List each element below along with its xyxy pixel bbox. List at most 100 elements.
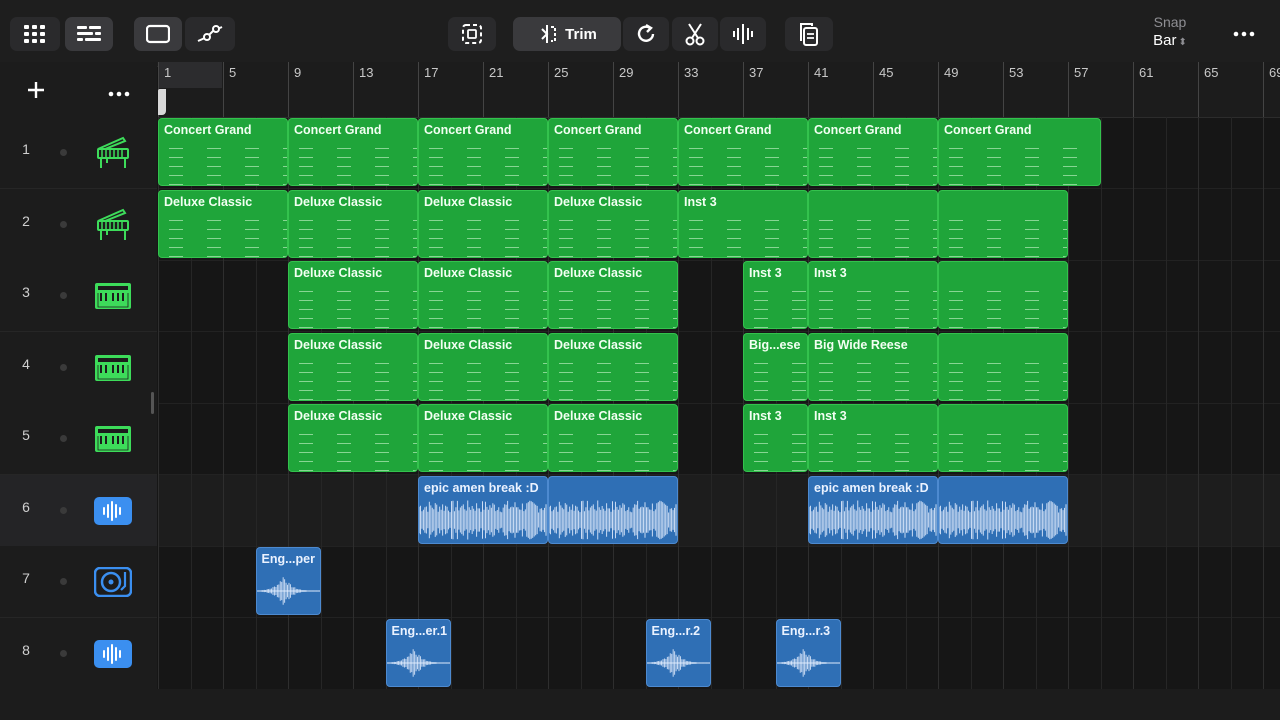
track-header[interactable]: 3 <box>0 260 157 332</box>
clip-name: Eng...r.2 <box>651 623 701 638</box>
audio-waveform-icon[interactable] <box>92 491 134 531</box>
midi-clip[interactable]: Deluxe Classic <box>288 332 418 401</box>
clip-name: Deluxe Classic <box>424 409 513 423</box>
track-header[interactable]: 2 <box>0 188 157 261</box>
midi-clip[interactable]: Deluxe Classic <box>158 189 288 258</box>
midi-clip[interactable]: Deluxe Classic <box>288 404 418 472</box>
track-resize-handle[interactable] <box>151 392 154 414</box>
clipboard-button[interactable] <box>785 17 833 51</box>
automation-tool-button[interactable] <box>185 17 235 51</box>
midi-clip[interactable]: Deluxe Classic <box>418 189 548 258</box>
add-track-button[interactable] <box>24 78 48 102</box>
midi-clip[interactable] <box>808 189 938 258</box>
browser-grid-button[interactable] <box>10 17 60 51</box>
track-options-button[interactable] <box>108 84 136 97</box>
midi-clip[interactable]: Concert Grand <box>938 118 1101 186</box>
midi-clip[interactable]: Concert Grand <box>288 118 418 186</box>
track-header[interactable]: 6 <box>0 474 157 547</box>
midi-clip[interactable]: Deluxe Classic <box>418 404 548 472</box>
synth-keyboard-icon[interactable] <box>92 348 134 388</box>
midi-clip[interactable]: Inst 3 <box>808 261 938 329</box>
midi-clip[interactable]: Deluxe Classic <box>288 189 418 258</box>
split-tool-button[interactable] <box>672 17 718 51</box>
track-number: 1 <box>22 141 30 157</box>
midi-notes-preview <box>289 141 417 185</box>
midi-notes-preview <box>939 355 1067 400</box>
track-lane[interactable] <box>158 474 1280 547</box>
audio-clip[interactable]: Eng...per <box>255 547 321 615</box>
midi-clip[interactable]: Big...ese <box>743 332 808 401</box>
midi-notes-preview <box>419 284 547 328</box>
audio-waveform-icon[interactable] <box>92 634 134 674</box>
clip-name: Deluxe Classic <box>424 337 513 352</box>
midi-clip[interactable] <box>938 332 1068 401</box>
grand-piano-icon[interactable] <box>92 205 134 245</box>
midi-clip[interactable]: Inst 3 <box>678 189 808 258</box>
midi-clip[interactable]: Deluxe Classic <box>288 261 418 329</box>
midi-clip[interactable] <box>938 404 1068 472</box>
timeline-ruler[interactable]: 1 5 9 13 17 21 25 29 33 37 41 45 49 53 57 61 65 69 <box>158 62 1280 118</box>
snap-selector[interactable]: Snap Bar ⬍ <box>1140 14 1200 49</box>
synth-keyboard-icon[interactable] <box>92 419 134 459</box>
select-tool-button[interactable] <box>134 17 182 51</box>
audio-clip[interactable] <box>548 475 678 544</box>
track-lane[interactable] <box>158 546 1280 618</box>
track-header[interactable]: 1 <box>0 117 157 189</box>
midi-clip[interactable]: Deluxe Classic <box>548 404 678 472</box>
midi-clip[interactable]: Deluxe Classic <box>548 189 678 258</box>
track-header[interactable]: 5 <box>0 403 157 475</box>
ruler-bar-number: 37 <box>749 65 764 80</box>
arrange-view-button[interactable] <box>65 17 113 51</box>
ruler-tick: 45 <box>873 62 893 117</box>
audio-clip[interactable]: epic amen break :D <box>418 475 548 544</box>
midi-clip[interactable]: Deluxe Classic <box>418 261 548 329</box>
midi-clip[interactable]: Deluxe Classic <box>548 261 678 329</box>
midi-notes-preview <box>809 427 937 471</box>
grand-piano-icon[interactable] <box>92 133 134 173</box>
rectangle-select-icon <box>146 24 170 44</box>
grid-icon <box>24 25 45 43</box>
snap-label: Snap <box>1153 14 1187 30</box>
midi-notes-preview <box>549 212 677 257</box>
synth-keyboard-icon[interactable] <box>92 276 134 316</box>
clip-name: Deluxe Classic <box>554 409 643 423</box>
midi-clip[interactable]: Deluxe Classic <box>418 332 548 401</box>
midi-clip[interactable]: Concert Grand <box>548 118 678 186</box>
ruler-bar-number: 65 <box>1204 65 1219 80</box>
track-lane[interactable] <box>158 618 1280 690</box>
midi-notes-preview <box>289 284 417 328</box>
midi-clip[interactable]: Big Wide Reese <box>808 332 938 401</box>
track-header[interactable]: 7 <box>0 546 157 618</box>
midi-clip[interactable] <box>938 189 1068 258</box>
track-header[interactable]: 4 <box>0 331 157 404</box>
midi-clip[interactable]: Inst 3 <box>808 404 938 472</box>
ruler-tick: 33 <box>678 62 698 117</box>
waveform-preview <box>419 500 547 539</box>
track-header[interactable]: 8 <box>0 617 157 690</box>
trim-tool-button[interactable]: Trim <box>513 17 621 51</box>
audio-clip[interactable]: epic amen break :D <box>808 475 938 544</box>
ruler-tick: 29 <box>613 62 633 117</box>
track-activity-dot <box>60 435 67 442</box>
midi-clip[interactable]: Inst 3 <box>743 261 808 329</box>
marquee-select-button[interactable] <box>448 17 496 51</box>
midi-clip[interactable]: Concert Grand <box>808 118 938 186</box>
loop-tool-button[interactable] <box>623 17 669 51</box>
clip-name: Concert Grand <box>164 123 252 137</box>
audio-clip[interactable]: Eng...r.3 <box>775 618 841 687</box>
midi-notes-preview <box>744 355 807 400</box>
midi-clip[interactable]: Concert Grand <box>158 118 288 186</box>
playhead-handle[interactable] <box>158 89 166 115</box>
audio-clip[interactable]: Eng...er.1 <box>385 618 451 687</box>
midi-clip[interactable]: Deluxe Classic <box>548 332 678 401</box>
midi-clip[interactable]: Concert Grand <box>678 118 808 186</box>
clip-name: Concert Grand <box>294 123 382 137</box>
turntable-icon[interactable] <box>92 562 134 602</box>
midi-clip[interactable]: Inst 3 <box>743 404 808 472</box>
stretch-tool-button[interactable] <box>720 17 766 51</box>
audio-clip[interactable] <box>938 475 1068 544</box>
midi-clip[interactable]: Concert Grand <box>418 118 548 186</box>
audio-clip[interactable]: Eng...r.2 <box>645 618 711 687</box>
more-options-button[interactable] <box>1228 24 1260 44</box>
midi-clip[interactable] <box>938 261 1068 329</box>
